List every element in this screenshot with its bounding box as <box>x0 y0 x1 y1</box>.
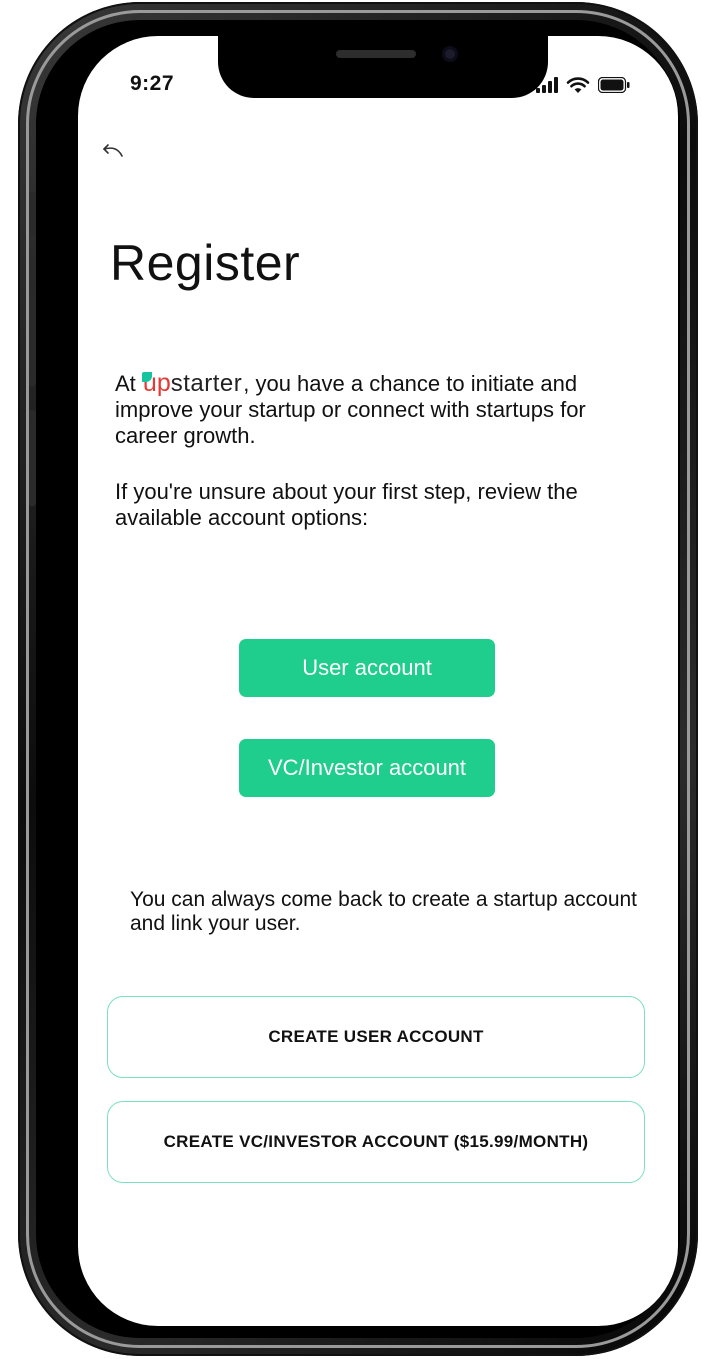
intro-prefix: At <box>115 371 142 396</box>
vc-investor-account-info-button[interactable]: VC/Investor account <box>239 739 495 797</box>
status-icons <box>536 76 630 94</box>
logo-wordmark: starter <box>170 370 243 397</box>
status-time: 9:27 <box>130 72 175 95</box>
notch <box>218 36 548 98</box>
signal-icon <box>536 77 558 93</box>
upstarter-logo: upstarter <box>143 370 242 397</box>
page-title: Register <box>110 235 301 291</box>
create-user-account-button[interactable]: CREATE USER ACCOUNT <box>107 996 645 1078</box>
speaker <box>336 50 416 58</box>
logo-letter-p: p <box>156 369 171 397</box>
logo-letter-u: u <box>142 369 157 397</box>
user-account-info-button[interactable]: User account <box>239 639 495 697</box>
startup-note: You can always come back to create a sta… <box>130 888 638 935</box>
back-arrow-icon <box>103 144 123 157</box>
back-button[interactable] <box>100 134 130 164</box>
create-vc-investor-account-button[interactable]: CREATE VC/INVESTOR ACCOUNT ($15.99/MONTH… <box>107 1101 645 1183</box>
intro-paragraph: At upstarter, you have a chance to initi… <box>115 370 635 449</box>
wifi-icon <box>566 77 590 93</box>
app-screen: 9:27 Register At upstarter, you have a c… <box>78 36 678 1326</box>
front-camera <box>442 46 458 62</box>
intro-second-paragraph: If you're unsure about your first step, … <box>115 479 578 530</box>
battery-icon <box>598 77 630 93</box>
intro-text: At upstarter, you have a chance to initi… <box>115 370 635 531</box>
stage: 9:27 Register At upstarter, you have a c… <box>0 0 702 1359</box>
